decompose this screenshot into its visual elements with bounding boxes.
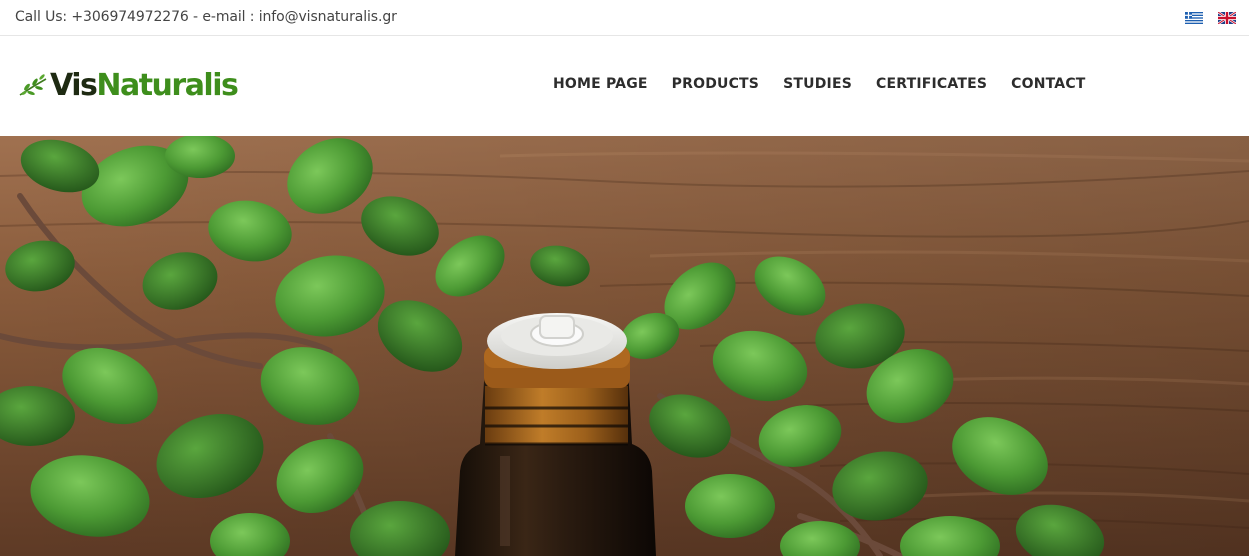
logo-wordmark: VisNaturalis	[50, 68, 239, 103]
top-bar: Call Us: +306974972276 - e-mail : info@v…	[0, 0, 1249, 36]
uk-flag-icon[interactable]	[1218, 12, 1236, 24]
language-switcher	[1185, 12, 1236, 24]
logo-wordmark-vis: Vis	[50, 68, 98, 103]
nav-studies[interactable]: STUDIES	[783, 76, 852, 92]
hero-image-oregano-oil	[0, 136, 1249, 556]
logo-wordmark-naturalis: Naturalis	[96, 68, 239, 103]
site-header: VisNaturalis HOME PAGE PRODUCTS STUDIES …	[0, 36, 1249, 136]
nav-products[interactable]: PRODUCTS	[672, 76, 759, 92]
greek-flag-icon[interactable]	[1185, 12, 1203, 24]
nav-contact[interactable]: CONTACT	[1011, 76, 1085, 92]
hero-banner	[0, 136, 1249, 556]
nav-home-page[interactable]: HOME PAGE	[553, 76, 648, 92]
main-navigation: HOME PAGE PRODUCTS STUDIES CERTIFICATES …	[553, 76, 1110, 92]
nav-certificates[interactable]: CERTIFICATES	[876, 76, 987, 92]
site-logo[interactable]: VisNaturalis	[18, 64, 239, 108]
contact-info: Call Us: +306974972276 - e-mail : info@v…	[15, 9, 397, 25]
leaf-sprig-icon	[19, 74, 47, 96]
